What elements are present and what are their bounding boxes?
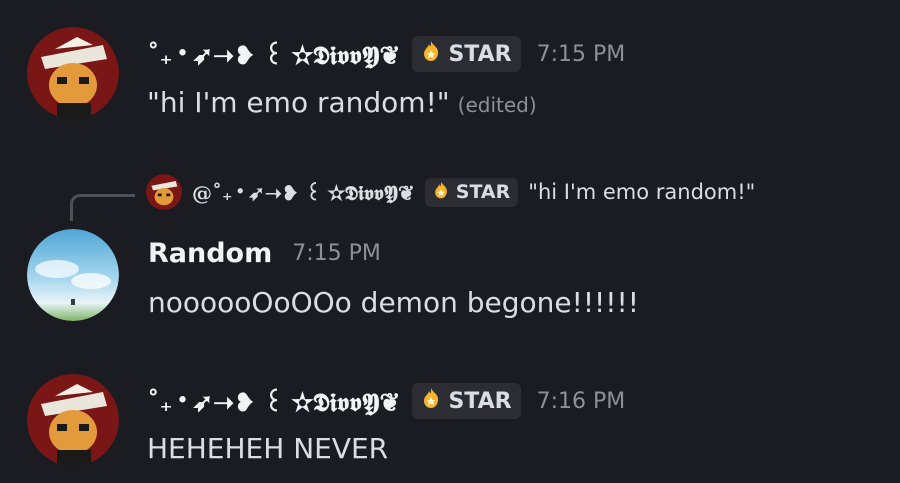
- tag-label: STAR: [455, 181, 511, 203]
- reply-connector: [70, 194, 135, 221]
- user-avatar[interactable]: [27, 229, 119, 321]
- reply-text[interactable]: "hi I'm emo random!": [528, 180, 755, 204]
- timestamp[interactable]: 7:15 PM: [292, 241, 381, 266]
- reply-preview[interactable]: @˚₊‧➶➝❥ ꒰ ✫𝕯𝖎𝖛𝖛𝖄❦ STAR "hi I'm emo rando…: [146, 174, 755, 210]
- guild-tag[interactable]: STAR: [412, 36, 521, 72]
- message-content: "hi I'm emo random!" (edited): [147, 86, 537, 119]
- message-content: noooooOoOOo demon begone!!!!!!: [148, 286, 639, 319]
- guild-tag[interactable]: STAR: [412, 383, 521, 419]
- flame-star-icon: [419, 39, 443, 69]
- reply-avatar[interactable]: [146, 174, 182, 210]
- message-text: noooooOoOOo demon begone!!!!!!: [148, 286, 639, 319]
- chat-messages: ˚₊‧➶➝❥ ꒰ ✫𝕯𝖎𝖛𝖛𝖄❦ STAR 7:15 PM "hi I'm em…: [0, 0, 900, 483]
- reply-username[interactable]: @˚₊‧➶➝❥ ꒰ ✫𝕯𝖎𝖛𝖛𝖄❦: [192, 179, 415, 205]
- timestamp[interactable]: 7:16 PM: [537, 389, 626, 414]
- user-avatar[interactable]: [27, 27, 119, 119]
- message-text: HEHEHEH NEVER: [147, 432, 389, 465]
- user-avatar[interactable]: [27, 374, 119, 466]
- edited-label: (edited): [457, 93, 537, 117]
- timestamp[interactable]: 7:15 PM: [537, 42, 626, 67]
- username[interactable]: ˚₊‧➶➝❥ ꒰ ✫𝕯𝖎𝖛𝖛𝖄❦: [147, 38, 400, 71]
- tag-label: STAR: [448, 388, 512, 414]
- message-text: "hi I'm emo random!": [147, 86, 450, 119]
- username[interactable]: ˚₊‧➶➝❥ ꒰ ✫𝕯𝖎𝖛𝖛𝖄❦: [147, 385, 400, 418]
- reply-guild-tag[interactable]: STAR: [424, 177, 519, 207]
- flame-star-icon: [419, 386, 443, 416]
- message-content: HEHEHEH NEVER: [147, 432, 388, 465]
- tag-label: STAR: [448, 41, 512, 67]
- flame-star-icon: [431, 180, 451, 205]
- username[interactable]: Random: [148, 238, 272, 269]
